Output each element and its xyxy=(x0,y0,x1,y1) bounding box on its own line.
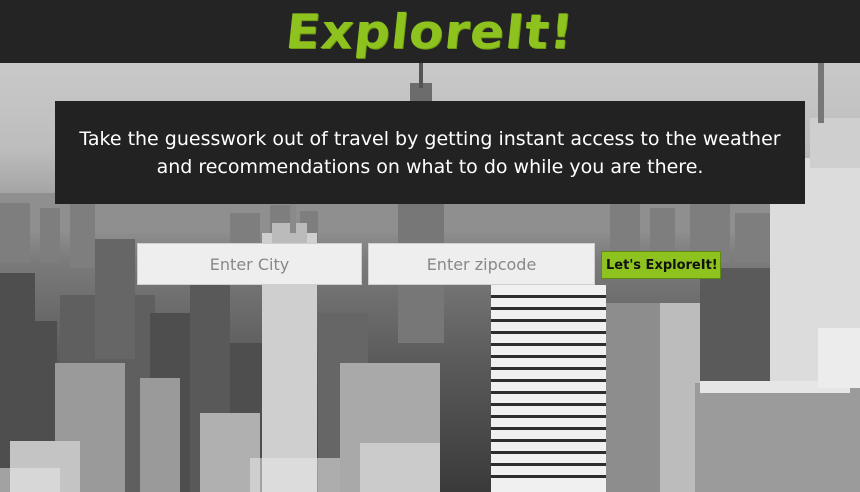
zipcode-input[interactable] xyxy=(368,243,595,285)
tagline-banner: Take the guesswork out of travel by gett… xyxy=(55,101,805,204)
explore-submit-button[interactable]: Let's ExploreIt! xyxy=(601,251,721,279)
tagline-text: Take the guesswork out of travel by gett… xyxy=(79,127,781,178)
city-input[interactable] xyxy=(137,243,362,285)
site-logo: ExploreIt! xyxy=(283,3,577,60)
site-header: ExploreIt! xyxy=(0,0,860,63)
